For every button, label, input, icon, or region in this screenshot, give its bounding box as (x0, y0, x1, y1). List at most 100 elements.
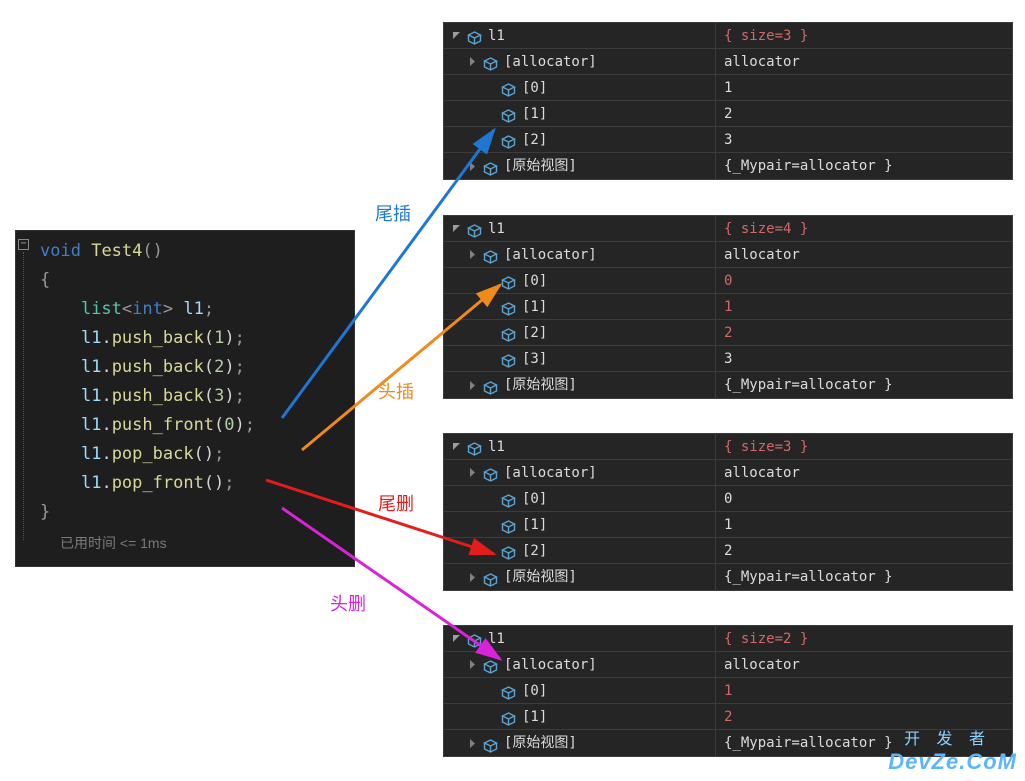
watch-name: [1] (522, 294, 547, 319)
cube-icon (501, 132, 516, 147)
watch-row[interactable]: [1] 1 (444, 512, 1012, 538)
watch-name: [allocator] (504, 460, 597, 485)
expand-closed-icon[interactable] (468, 739, 477, 748)
watch-row[interactable]: [allocator] allocator (444, 460, 1012, 486)
cube-icon (501, 543, 516, 558)
watch-row[interactable]: [2]2 (444, 538, 1012, 564)
watch-name: [原始视图] (504, 730, 577, 756)
watch-row[interactable]: [1]2 (444, 101, 1012, 127)
watch-value: 1 (716, 294, 1012, 319)
code-push-front-0: l1.push_front(0); (16, 411, 354, 440)
watch-name: [2] (522, 538, 547, 563)
expand-open-icon[interactable] (452, 31, 461, 40)
watch-value: 0 (716, 268, 1012, 293)
watch-row[interactable]: l1{ size=4 } (444, 216, 1012, 242)
watch-name: [1] (522, 704, 547, 729)
elapsed-time: 已用时间 <= 1ms (16, 527, 354, 566)
cube-icon (501, 325, 516, 340)
watch-row[interactable]: [原始视图] {_Mypair=allocator } (444, 372, 1012, 398)
code-panel: void Test4() { list<int> l1; l1.push_bac… (15, 230, 355, 567)
watch-value: 3 (716, 346, 1012, 371)
label-head-insert: 头插 (378, 378, 414, 404)
watch-name: [2] (522, 127, 547, 152)
watch-name: l1 (488, 434, 505, 459)
expand-open-icon[interactable] (452, 442, 461, 451)
watch-row[interactable]: [0] 0 (444, 268, 1012, 294)
watch-name: [0] (522, 486, 547, 511)
watch-value: {_Mypair=allocator } (716, 372, 1012, 398)
expand-closed-icon[interactable] (468, 468, 477, 477)
expand-closed-icon[interactable] (468, 381, 477, 390)
watch-row[interactable]: [0]0 (444, 486, 1012, 512)
watch-row[interactable]: [allocator]allocator (444, 652, 1012, 678)
watch-name: [allocator] (504, 652, 597, 677)
watch-name: [2] (522, 320, 547, 345)
watch-row[interactable]: [原始视图] {_Mypair=allocator } (444, 564, 1012, 590)
expand-open-icon[interactable] (452, 634, 461, 643)
watch-row[interactable]: [原始视图]{_Mypair=allocator } (444, 153, 1012, 179)
watch-name: [3] (522, 346, 547, 371)
watch-row[interactable]: [allocator] allocator (444, 49, 1012, 75)
watch-row[interactable]: l1{ size=2 } (444, 626, 1012, 652)
code-push-back-1: l1.push_back(1); (16, 324, 354, 353)
watch-name: [原始视图] (504, 372, 577, 398)
cube-icon (483, 657, 498, 672)
watermark-cn: 开 发 者 (904, 725, 991, 749)
watch-value: 1 (716, 75, 1012, 100)
expand-closed-icon[interactable] (468, 57, 477, 66)
label-tail-del: 尾删 (378, 490, 414, 516)
code-pop-back: l1.pop_back(); (16, 440, 354, 469)
cube-icon (483, 159, 498, 174)
cube-icon (483, 247, 498, 262)
cube-icon (501, 517, 516, 532)
expand-closed-icon[interactable] (468, 250, 477, 259)
watch-row[interactable]: [2]2 (444, 320, 1012, 346)
collapse-icon[interactable]: − (18, 239, 29, 250)
watch-panel-1: l1{ size=3 }[allocator] allocator [0] 1[1]2… (443, 22, 1013, 180)
watch-value: allocator (716, 460, 1012, 485)
watch-value: {_Mypair=allocator } (716, 564, 1012, 590)
watch-row[interactable]: l1{ size=3 } (444, 23, 1012, 49)
cube-icon (483, 54, 498, 69)
cube-icon (501, 80, 516, 95)
watch-value: 3 (716, 127, 1012, 152)
watch-value: 1 (716, 512, 1012, 537)
watch-name: [原始视图] (504, 564, 577, 590)
watch-value: allocator (716, 242, 1012, 267)
watch-row[interactable]: [0]1 (444, 678, 1012, 704)
code-push-back-3: l1.push_back(3); (16, 382, 354, 411)
expand-closed-icon[interactable] (468, 573, 477, 582)
code-push-back-2: l1.push_back(2); (16, 353, 354, 382)
watch-row[interactable]: [2] 3 (444, 127, 1012, 153)
cube-icon (501, 683, 516, 698)
watch-name: [0] (522, 678, 547, 703)
expand-closed-icon[interactable] (468, 162, 477, 171)
watermark: DevZe.CoM (888, 749, 1017, 775)
watch-name: [0] (522, 75, 547, 100)
watch-name: [allocator] (504, 49, 597, 74)
watch-row[interactable]: [1] 1 (444, 294, 1012, 320)
expand-open-icon[interactable] (452, 224, 461, 233)
kw-void: void (40, 241, 81, 261)
watch-value: { size=3 } (716, 434, 1012, 459)
watch-name: [0] (522, 268, 547, 293)
watch-row[interactable]: [allocator] allocator (444, 242, 1012, 268)
cube-icon (483, 570, 498, 585)
cube-icon (501, 491, 516, 506)
watch-row[interactable]: l1 { size=3 } (444, 434, 1012, 460)
watch-value: {_Mypair=allocator } (716, 153, 1012, 179)
cube-icon (501, 351, 516, 366)
watch-value: allocator (716, 49, 1012, 74)
watch-value: { size=4 } (716, 216, 1012, 241)
cube-icon (467, 631, 482, 646)
watch-name: l1 (488, 626, 505, 651)
watch-row[interactable]: [3] 3 (444, 346, 1012, 372)
cube-icon (467, 221, 482, 236)
cube-icon (483, 736, 498, 751)
watch-name: [allocator] (504, 242, 597, 267)
expand-closed-icon[interactable] (468, 660, 477, 669)
cube-icon (483, 465, 498, 480)
guide-line (23, 252, 24, 540)
watch-name: [1] (522, 512, 547, 537)
watch-row[interactable]: [0] 1 (444, 75, 1012, 101)
